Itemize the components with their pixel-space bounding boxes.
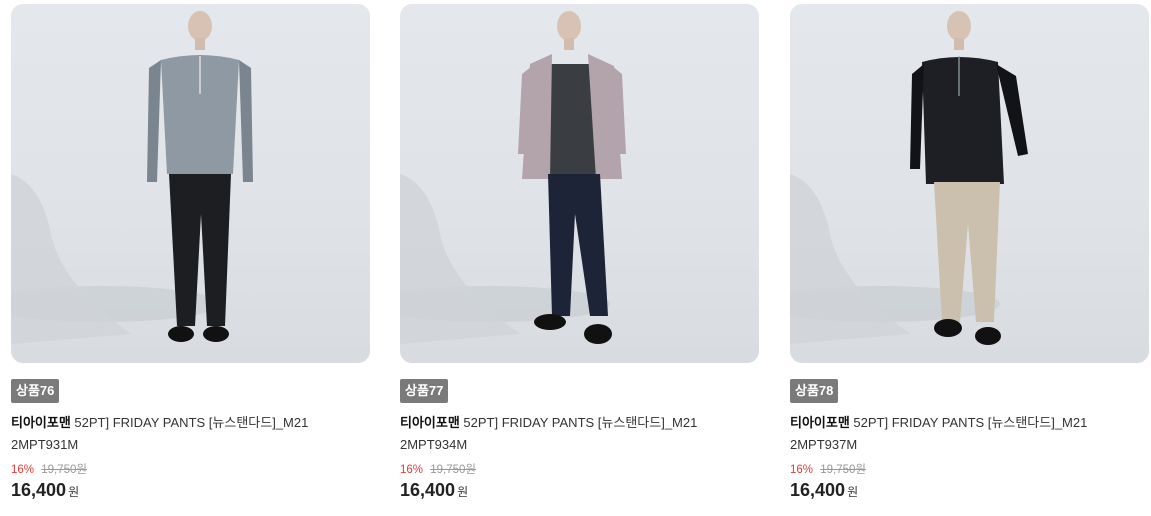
price-row: 16,400 원 [400, 480, 468, 501]
brand-name: 티아이포맨 [400, 415, 460, 430]
sale-price: 16,400 [11, 480, 67, 500]
price-row: 16,400 원 [790, 480, 858, 501]
original-price: 19,750원 [430, 464, 476, 476]
product-image[interactable] [400, 4, 759, 363]
sale-price: 16,400 [790, 480, 846, 500]
discount-row: 16% 19,750원 [790, 461, 866, 477]
product-card[interactable]: 상품78 티아이포맨 52PT] FRIDAY PANTS [뉴스탠다드]_M2… [790, 0, 1150, 516]
product-image[interactable] [790, 4, 1149, 363]
discount-rate: 16% [790, 464, 814, 476]
model-illustration [11, 11, 253, 344]
original-price: 19,750원 [820, 464, 866, 476]
product-title[interactable]: 티아이포맨 52PT] FRIDAY PANTS [뉴스탠다드]_M212MPT… [11, 412, 311, 456]
discount-rate: 16% [400, 464, 424, 476]
product-grid: 상품76 티아이포맨 52PT] FRIDAY PANTS [뉴스탠다드]_M2… [0, 0, 1151, 516]
product-title[interactable]: 티아이포맨 52PT] FRIDAY PANTS [뉴스탠다드]_M212MPT… [790, 412, 1090, 456]
original-price: 19,750원 [41, 464, 87, 476]
model-illustration [790, 11, 1028, 345]
product-title[interactable]: 티아이포맨 52PT] FRIDAY PANTS [뉴스탠다드]_M212MPT… [400, 412, 700, 456]
discount-row: 16% 19,750원 [11, 461, 87, 477]
sale-price: 16,400 [400, 480, 456, 500]
price-row: 16,400 원 [11, 480, 79, 501]
product-badge: 상품78 [790, 379, 839, 403]
product-badge: 상품77 [400, 379, 449, 403]
brand-name: 티아이포맨 [11, 415, 71, 430]
currency-unit: 원 [457, 485, 469, 499]
discount-rate: 16% [11, 464, 35, 476]
discount-row: 16% 19,750원 [400, 461, 476, 477]
currency-unit: 원 [847, 485, 859, 499]
product-badge: 상품76 [11, 379, 60, 403]
currency-unit: 원 [68, 485, 80, 499]
product-card[interactable]: 상품77 티아이포맨 52PT] FRIDAY PANTS [뉴스탠다드]_M2… [400, 0, 760, 516]
product-image[interactable] [11, 4, 370, 363]
product-card[interactable]: 상품76 티아이포맨 52PT] FRIDAY PANTS [뉴스탠다드]_M2… [11, 0, 371, 516]
brand-name: 티아이포맨 [790, 415, 850, 430]
model-illustration [400, 11, 626, 344]
